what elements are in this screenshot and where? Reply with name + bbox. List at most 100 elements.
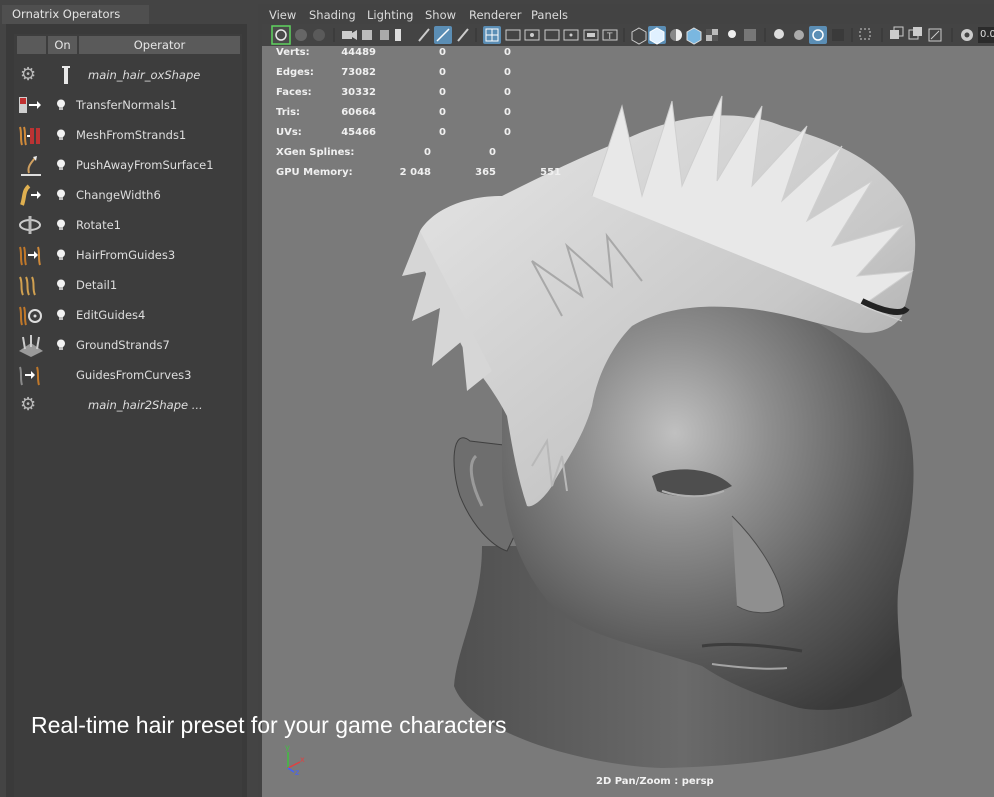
exposure-icon[interactable] (961, 29, 973, 41)
safe-action-icon[interactable] (583, 29, 599, 41)
hud-label: Tris: (276, 107, 301, 118)
screen-space-ao-icon[interactable] (774, 29, 784, 39)
default-material-icon[interactable] (670, 29, 682, 41)
operator-row[interactable]: Rotate1 (14, 210, 242, 240)
gear-icon[interactable]: ⚙ (20, 393, 36, 417)
hud-value: 0 (439, 127, 446, 138)
operator-row[interactable]: TransferNormals1 (14, 90, 242, 120)
field-chart-icon[interactable] (563, 29, 579, 41)
enabled-bulb-icon[interactable] (56, 309, 66, 321)
bookmark-icon[interactable] (313, 29, 325, 41)
operator-name: HairFromGuides3 (76, 248, 176, 262)
isolate-select-icon[interactable] (859, 28, 871, 40)
anti-alias-icon[interactable] (809, 26, 827, 44)
menu-renderer[interactable]: Renderer (469, 6, 522, 24)
axis-y-label: y (285, 743, 290, 752)
header-operator-column[interactable]: Operator (79, 36, 240, 54)
mesh-from-strands-icon[interactable] (17, 123, 43, 147)
rotate-icon[interactable] (17, 213, 43, 237)
grid-icon[interactable] (483, 26, 501, 44)
hud-value: 365 (475, 167, 496, 178)
lights-icon[interactable] (728, 30, 736, 38)
panel-tab-title[interactable]: Ornatrix Operators Stack (2, 5, 149, 40)
depth-of-field-icon[interactable] (832, 29, 844, 41)
hud-value: 0 (439, 87, 446, 98)
safe-title-icon[interactable]: T (602, 29, 618, 42)
menu-shading[interactable]: Shading (309, 6, 356, 24)
enabled-bulb-icon[interactable] (56, 249, 66, 261)
frame-all-icon[interactable] (928, 28, 942, 42)
hud-label: UVs: (276, 127, 302, 138)
hud-value: 30332 (341, 87, 376, 98)
grease-pencil-icon[interactable] (380, 30, 389, 40)
hud-value: 0 (504, 67, 511, 78)
paint-brush-icon[interactable] (457, 28, 469, 42)
shadows-icon[interactable] (744, 29, 756, 41)
change-width-icon[interactable] (17, 183, 43, 207)
operator-row[interactable]: PushAwayFromSurface1 (14, 150, 242, 180)
hud-label: Verts: (276, 47, 310, 58)
hud-value: 0 (439, 107, 446, 118)
operator-row[interactable]: ⚙ main_hair2Shape ... (14, 390, 242, 420)
resolution-gate-icon[interactable] (524, 29, 540, 41)
hud-row: Verts: 44489 0 0 (276, 46, 576, 66)
shaded-wireframe-icon[interactable] (686, 27, 702, 45)
xray-active-icon[interactable] (908, 27, 922, 40)
camera-label: 2D Pan/Zoom : persp (596, 776, 714, 787)
transfer-normals-icon[interactable] (17, 93, 43, 117)
textured-icon[interactable] (706, 29, 718, 41)
enabled-bulb-icon[interactable] (56, 279, 66, 291)
enabled-bulb-icon[interactable] (56, 159, 66, 171)
enabled-bulb-icon[interactable] (56, 99, 66, 111)
gear-icon[interactable]: ⚙ (20, 63, 36, 87)
hud-row: UVs: 45466 0 0 (276, 126, 576, 146)
hud-value: 73082 (341, 67, 376, 78)
operator-row[interactable]: GuidesFromCurves3 (14, 360, 242, 390)
menu-lighting[interactable]: Lighting (367, 6, 413, 24)
lock-camera-icon[interactable] (295, 29, 307, 41)
operator-name: EditGuides4 (76, 308, 146, 322)
camera-attributes-icon[interactable] (362, 30, 372, 40)
push-away-icon[interactable] (17, 153, 43, 177)
hud-value: 551 (540, 167, 561, 178)
enabled-bulb-icon[interactable] (56, 219, 66, 231)
operator-row[interactable]: HairFromGuides3 (14, 240, 242, 270)
hud-value: 0 (504, 107, 511, 118)
operators-stack-panel: Ornatrix Operators Stack On Operator ⚙ ma… (0, 0, 253, 797)
operator-row[interactable]: Detail1 (14, 270, 242, 300)
select-camera-icon[interactable] (271, 25, 291, 45)
camera-icon[interactable] (342, 30, 357, 40)
axis-x-label: x (300, 755, 305, 764)
wireframe-cube-icon[interactable] (631, 27, 647, 45)
xray-icon[interactable] (434, 26, 452, 44)
xray-joints-icon[interactable] (890, 26, 904, 39)
guides-from-curves-icon[interactable] (17, 363, 43, 387)
hud-row: Edges: 73082 0 0 (276, 66, 576, 86)
enabled-bulb-icon[interactable] (56, 339, 66, 351)
motion-blur-icon[interactable] (794, 30, 804, 40)
operator-row[interactable]: MeshFromStrands1 (14, 120, 242, 150)
menu-view[interactable]: View (269, 6, 296, 24)
axis-gizmo: y x z (285, 743, 305, 776)
operator-row[interactable]: ChangeWidth6 (14, 180, 242, 210)
hud-value: 0 (424, 147, 431, 158)
enabled-bulb-icon[interactable] (56, 189, 66, 201)
edit-guides-icon[interactable] (17, 303, 43, 327)
ground-strands-icon[interactable] (17, 333, 43, 357)
film-icon[interactable] (505, 29, 521, 41)
header-on-column[interactable]: On (48, 36, 77, 54)
hud-value: 45466 (341, 127, 376, 138)
hair-from-guides-icon[interactable] (17, 243, 43, 267)
menu-show[interactable]: Show (425, 6, 456, 24)
detail-icon[interactable] (17, 273, 43, 297)
operator-row[interactable]: GroundStrands7 (14, 330, 242, 360)
wireframe-pencil-icon[interactable] (418, 28, 430, 42)
exposure-value-field[interactable]: 0.0 (980, 27, 994, 43)
enabled-bulb-icon[interactable] (56, 129, 66, 141)
menu-panels[interactable]: Panels (531, 6, 568, 24)
film-gate-icon[interactable] (395, 29, 401, 41)
operator-row[interactable]: EditGuides4 (14, 300, 242, 330)
smooth-shade-icon[interactable] (648, 26, 666, 45)
operator-row[interactable]: ⚙ main_hair_oxShape (14, 60, 242, 90)
gate-mask-icon[interactable] (544, 29, 560, 41)
